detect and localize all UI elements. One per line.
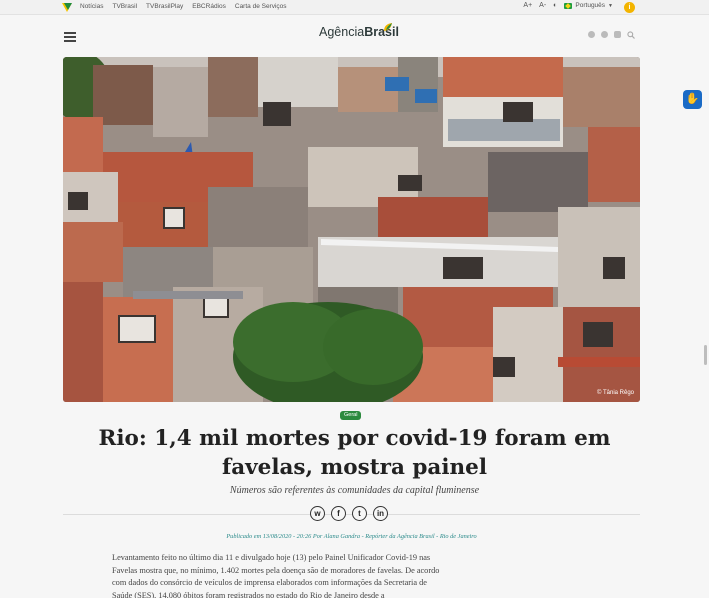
top-link-tvbrasil[interactable]: TVBrasil	[112, 3, 137, 10]
accessibility-widget-icon[interactable]: ✋	[683, 90, 702, 109]
top-link-noticias[interactable]: Notícias	[80, 3, 103, 10]
facebook-share-icon[interactable]: f	[331, 506, 346, 521]
accessibility-tools: A+ A- ◐ Português ▼	[523, 2, 613, 9]
article-byline: Publicado em 13/08/2020 - 20:26 Por Alan…	[226, 533, 477, 540]
hero-image: © Tânia Rêgo	[63, 57, 640, 402]
facebook-icon[interactable]	[588, 31, 595, 38]
category-badge[interactable]: Geral	[340, 411, 362, 420]
brazil-flag-icon	[564, 2, 573, 9]
instagram-icon[interactable]	[601, 31, 608, 38]
language-label: Português	[575, 2, 606, 9]
top-link-tvbrasilplay[interactable]: TVBrasilPlay	[146, 3, 183, 10]
whatsapp-share-icon[interactable]: w	[310, 506, 325, 521]
top-link-ebcradios[interactable]: EBCRádios	[192, 3, 226, 10]
article-subtitle: Números são referentes às comunidades da…	[229, 485, 480, 496]
site-header: AgênciaBrasil	[0, 16, 709, 56]
logo-text-bold: Brasil	[364, 25, 399, 39]
article-body: Levantamento feito no último dia 11 e di…	[112, 553, 440, 598]
top-link-carta-servicos[interactable]: Carta de Serviços	[235, 3, 287, 10]
search-icon[interactable]	[627, 31, 635, 39]
social-links	[588, 31, 635, 39]
chevron-down-icon: ▼	[608, 2, 613, 9]
contrast-icon[interactable]: ◐	[553, 2, 557, 9]
font-increase-button[interactable]: A+	[523, 2, 532, 9]
scrollbar-thumb[interactable]	[704, 345, 707, 365]
share-buttons: w f t in	[310, 506, 388, 521]
twitter-share-icon[interactable]: t	[352, 506, 367, 521]
logo-text-light: Agência	[319, 25, 365, 39]
top-links: Notícias TVBrasil TVBrasilPlay EBCRádios…	[80, 3, 287, 10]
gov-topbar: Notícias TVBrasil TVBrasilPlay EBCRádios…	[0, 0, 709, 15]
font-decrease-button[interactable]: A-	[539, 2, 546, 9]
gov-brazil-icon[interactable]	[62, 3, 72, 12]
photo-credit: © Tânia Rêgo	[597, 390, 634, 396]
language-select[interactable]: Português ▼	[564, 2, 613, 9]
twitter-icon[interactable]	[614, 31, 621, 38]
hamburger-menu-icon[interactable]	[64, 32, 76, 42]
favela-photo	[63, 57, 640, 402]
article-title: Rio: 1,4 mil mortes por covid-19 foram e…	[98, 426, 611, 480]
info-icon[interactable]: i	[624, 2, 635, 13]
logo-leaf-icon	[384, 23, 392, 31]
linkedin-share-icon[interactable]: in	[373, 506, 388, 521]
